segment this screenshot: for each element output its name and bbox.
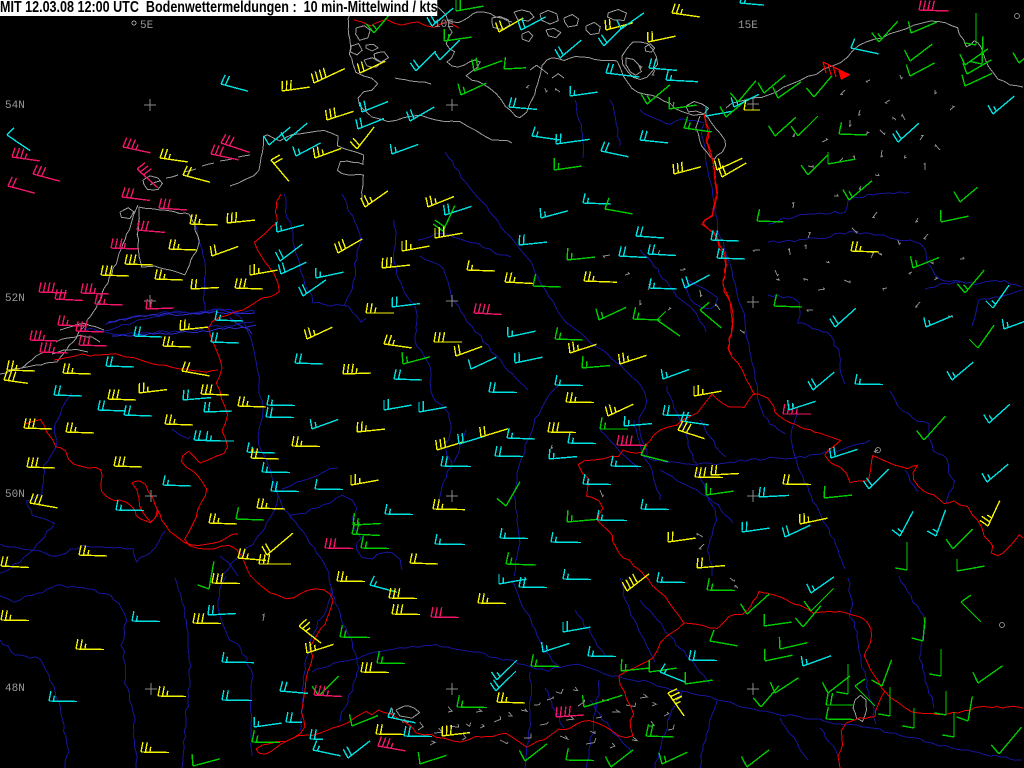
svg-text:52N: 52N — [5, 293, 25, 305]
svg-text:54N: 54N — [5, 100, 25, 112]
svg-text:50N: 50N — [5, 489, 25, 501]
svg-text:15E: 15E — [738, 20, 758, 32]
svg-text:5E: 5E — [140, 20, 154, 32]
svg-text:48N: 48N — [5, 683, 25, 695]
